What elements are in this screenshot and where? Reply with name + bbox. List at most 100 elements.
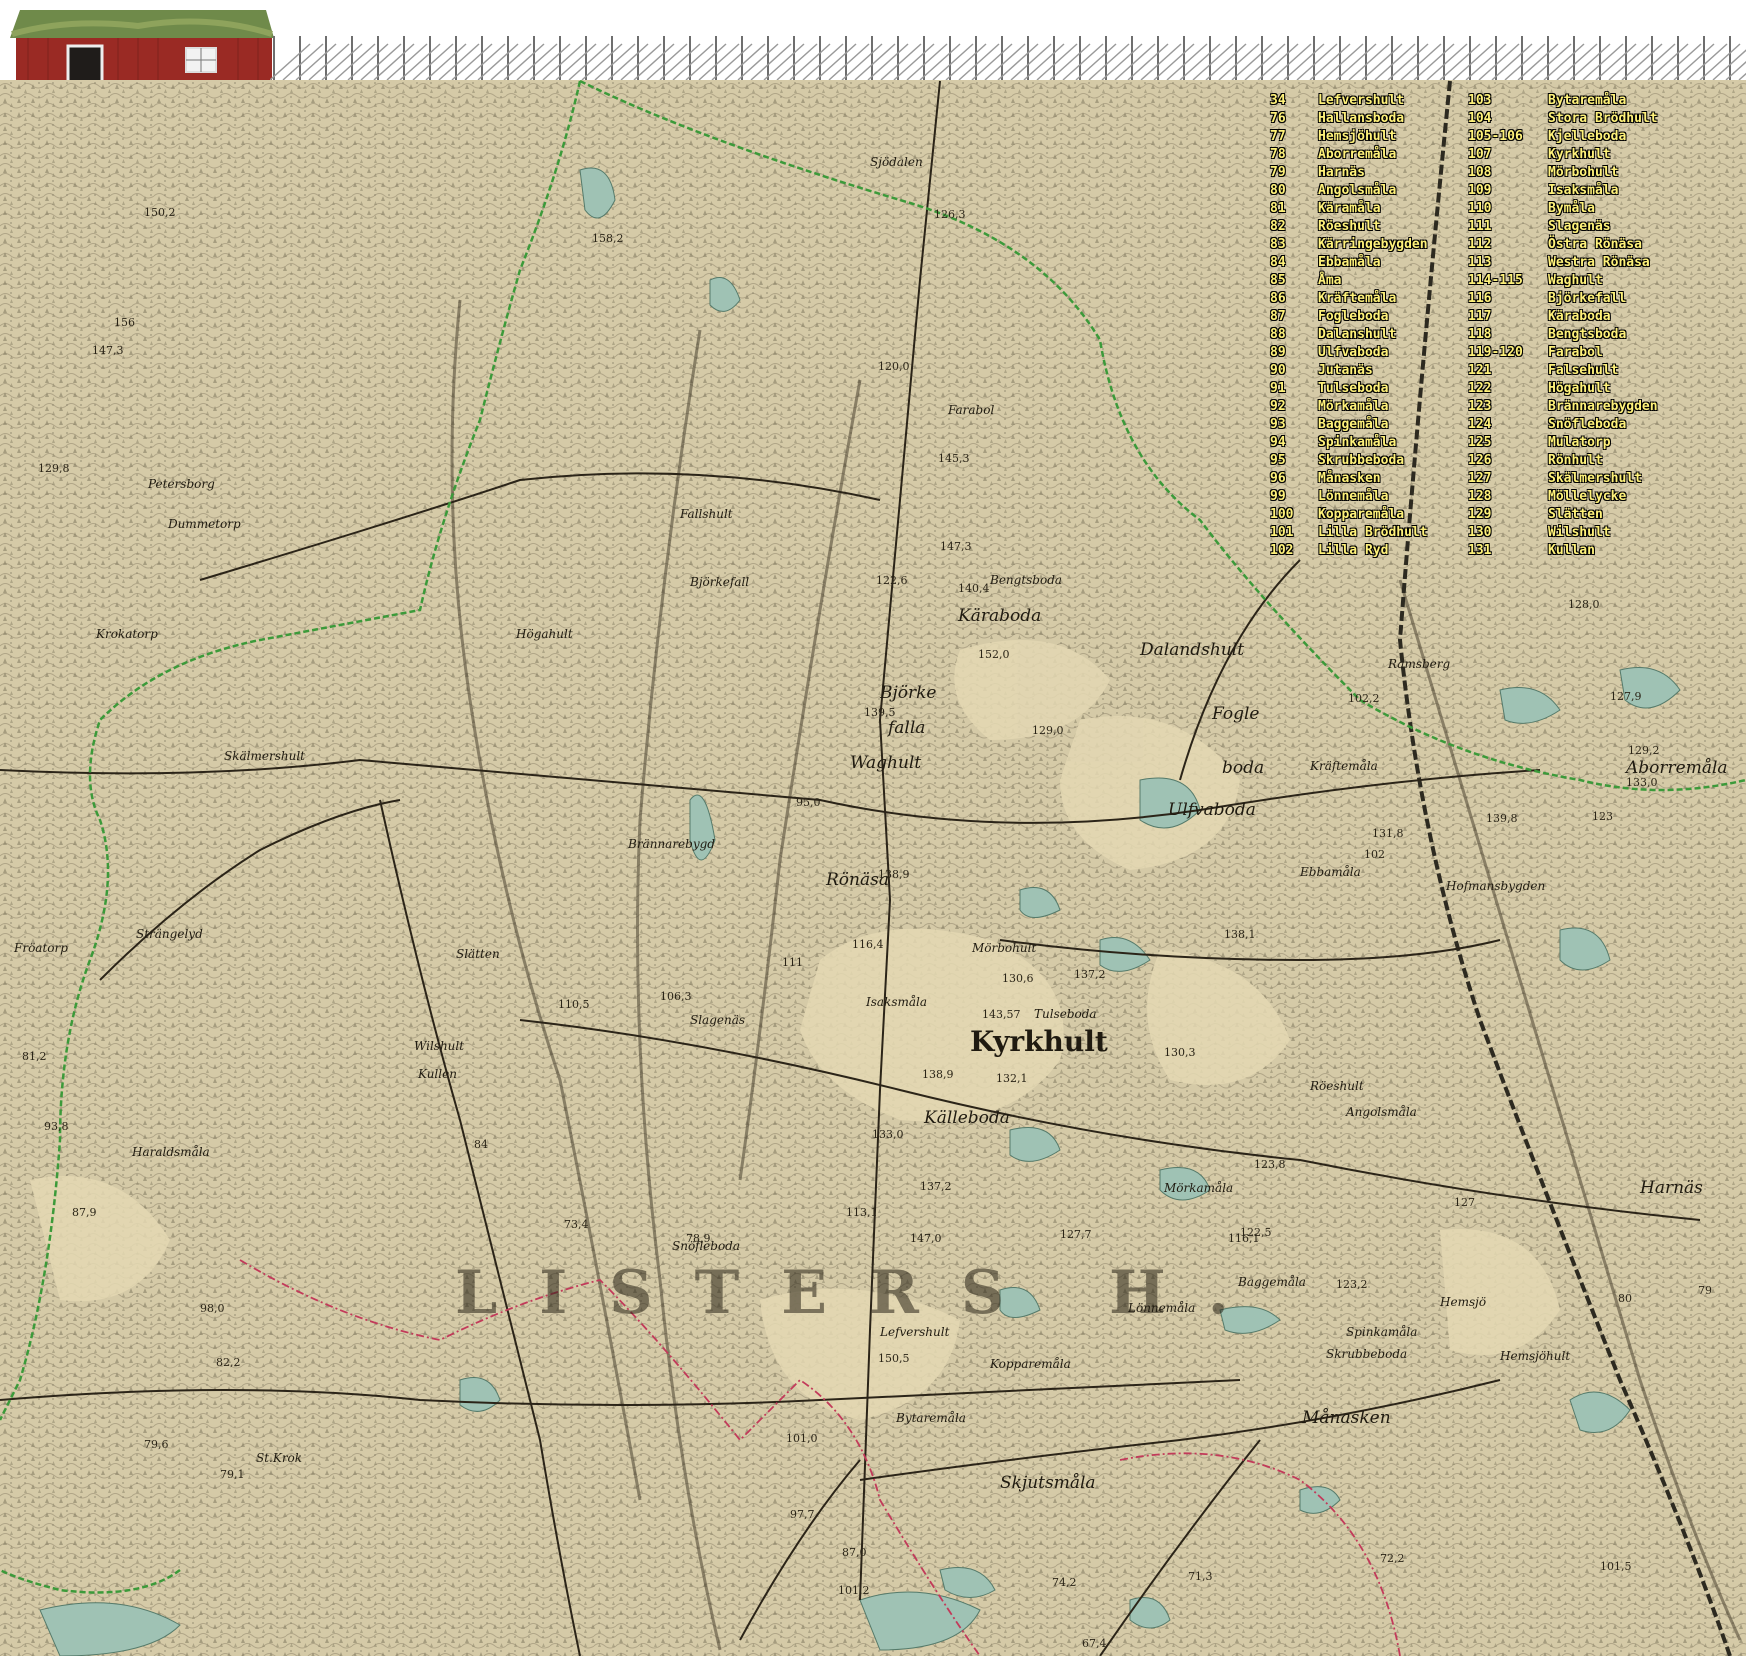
elevation-label: 123,8 xyxy=(1254,1158,1286,1171)
legend-place: Bengtsboda xyxy=(1548,327,1627,342)
legend-place: Käramåla xyxy=(1318,201,1381,216)
legend-place: Mörkamåla xyxy=(1318,399,1389,414)
legend-number: 128 xyxy=(1468,489,1492,504)
legend-place: Lilla Ryd xyxy=(1318,543,1389,558)
legend-row: 86 Kräftemåla 116 Björkefall xyxy=(1270,290,1710,308)
legend-row: 92 Mörkamåla 123 Brännarebygden xyxy=(1270,398,1710,416)
place-fogle: Fogle xyxy=(1212,704,1260,724)
elevation-label: 74,2 xyxy=(1052,1576,1077,1589)
legend-row: 96 Månasken 127 Skälmershult xyxy=(1270,470,1710,488)
elevation-label: 139,5 xyxy=(864,706,896,719)
elevation-label: 79,6 xyxy=(144,1438,169,1451)
legend-number: 118 xyxy=(1468,327,1492,342)
legend-number: 121 xyxy=(1468,363,1492,378)
legend-number: 113 xyxy=(1468,255,1492,270)
legend-place: Bytaremåla xyxy=(1548,93,1627,108)
elevation-label: 145,3 xyxy=(938,452,970,465)
elevation-label: 139,8 xyxy=(1486,812,1518,825)
legend-number: 124 xyxy=(1468,417,1492,432)
legend-row: 100 Kopparemåla 129 Slätten xyxy=(1270,506,1710,524)
legend-place: Falsehult xyxy=(1548,363,1619,378)
legend-number: 114-115 xyxy=(1468,273,1523,288)
legend-place: Skälmershult xyxy=(1548,471,1642,486)
elevation-label: 84 xyxy=(474,1138,488,1151)
elevation-label: 111 xyxy=(782,956,803,969)
place-fallshult: Fallshult xyxy=(680,507,733,521)
elevation-label: 79,1 xyxy=(220,1468,245,1481)
elevation-label: 143,57 xyxy=(982,1008,1021,1021)
legend-place: Lönnemåla xyxy=(1318,489,1389,504)
elevation-label: 126,3 xyxy=(934,208,966,221)
place-ulfvaboda: Ulfvaboda xyxy=(1168,800,1256,820)
legend-row: 83 Kärringebygden 112 Östra Rönäsa xyxy=(1270,236,1710,254)
legend-row: 81 Käramåla 110 Bymåla xyxy=(1270,200,1710,218)
place-wilshult: Wilshult xyxy=(414,1039,465,1053)
elevation-label: 101,0 xyxy=(786,1432,818,1445)
place-kalleboda: Källeboda xyxy=(924,1108,1010,1128)
place-morbohult: Mörbohult xyxy=(972,941,1037,955)
elevation-label: 73,4 xyxy=(564,1218,589,1231)
place-bengtsboda: Bengtsboda xyxy=(990,573,1063,587)
elevation-label: 87,0 xyxy=(842,1546,867,1559)
legend-number: 123 xyxy=(1468,399,1492,414)
legend-place: Möllelycke xyxy=(1548,489,1627,504)
legend-number: 99 xyxy=(1270,489,1286,504)
legend-place: Hallansboda xyxy=(1318,111,1405,126)
legend-place: Månasken xyxy=(1318,471,1381,486)
legend-place: Waghult xyxy=(1548,273,1603,288)
legend-row: 82 Röeshult 111 Slagenäs xyxy=(1270,218,1710,236)
legend-number: 110 xyxy=(1468,201,1492,216)
elevation-label: 147,3 xyxy=(92,344,124,357)
place-ebbamala: Ebbamåla xyxy=(1300,865,1361,879)
legend-place: Baggemåla xyxy=(1318,417,1389,432)
legend-place: Östra Rönäsa xyxy=(1548,237,1642,252)
legend-number: 94 xyxy=(1270,435,1286,450)
elevation-label: 137,2 xyxy=(1074,968,1106,981)
legend-number: 116 xyxy=(1468,291,1492,306)
legend-number: 102 xyxy=(1270,543,1294,558)
legend-number: 109 xyxy=(1468,183,1492,198)
place-karaboda: Käraboda xyxy=(958,606,1042,626)
legend-number: 96 xyxy=(1270,471,1286,486)
place-froatorp: Fröatorp xyxy=(14,941,68,955)
place-bjorkefall: Björkefall xyxy=(690,575,750,589)
place-manasken: Månasken xyxy=(1302,1408,1391,1428)
legend-row: 79 Harnäs 108 Mörbohult xyxy=(1270,164,1710,182)
place-falla: falla xyxy=(888,718,926,738)
legend-place: Ulfvaboda xyxy=(1318,345,1389,360)
legend-place: Kjelleboda xyxy=(1548,129,1627,144)
legend-number: 107 xyxy=(1468,147,1492,162)
legend-number: 117 xyxy=(1468,309,1492,324)
legend-number: 92 xyxy=(1270,399,1286,414)
place-slagenas: Slagenäs xyxy=(690,1013,746,1027)
legend-number: 82 xyxy=(1270,219,1286,234)
legend-number: 34 xyxy=(1270,93,1286,108)
legend-number: 100 xyxy=(1270,507,1294,522)
elevation-label: 133,0 xyxy=(872,1128,904,1141)
legend-place: Bymåla xyxy=(1548,201,1595,216)
place-ramsberg: Ramsberg xyxy=(1388,657,1451,671)
place-boda: boda xyxy=(1222,758,1265,778)
legend-number: 79 xyxy=(1270,165,1286,180)
place-krokatorp: Krokatorp xyxy=(96,627,158,641)
elevation-label: 80 xyxy=(1618,1292,1632,1305)
legend-place: Spinkamåla xyxy=(1318,435,1397,450)
legend-row: 78 Aborremåla 107 Kyrkhult xyxy=(1270,146,1710,164)
place-dummetorp: Dummetorp xyxy=(168,517,241,531)
elevation-label: 97,7 xyxy=(790,1508,815,1521)
legend-number: 93 xyxy=(1270,417,1286,432)
legend-number: 90 xyxy=(1270,363,1286,378)
legend-place: Jutanäs xyxy=(1318,363,1373,378)
legend-number: 129 xyxy=(1468,507,1492,522)
elevation-label: 101,2 xyxy=(838,1584,870,1597)
legend-row: 91 Tulseboda 122 Högahult xyxy=(1270,380,1710,398)
legend-place: Kyrkhult xyxy=(1548,147,1611,162)
legend-number: 126 xyxy=(1468,453,1492,468)
place-haraldsmala: Haraldsmåla xyxy=(132,1145,210,1159)
elevation-label: 122,6 xyxy=(876,574,908,587)
elevation-label: 72,2 xyxy=(1380,1552,1405,1565)
elevation-label: 129,0 xyxy=(1032,724,1064,737)
elevation-label: 132,1 xyxy=(996,1072,1028,1085)
legend-row: 89 Ulfvaboda 119-120 Farabol xyxy=(1270,344,1710,362)
legend-place: Aborremåla xyxy=(1318,147,1397,162)
